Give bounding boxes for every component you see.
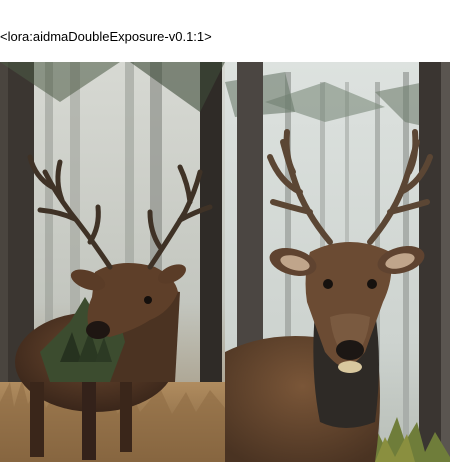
deer-portrait-image bbox=[225, 62, 450, 462]
double-exposure-deer-image bbox=[0, 62, 225, 462]
image-grid bbox=[0, 62, 450, 462]
generated-image-1[interactable] bbox=[0, 62, 225, 462]
generated-image-2[interactable] bbox=[225, 62, 450, 462]
prompt-caption: <lora:aidmaDoubleExposure-v0.1:1> bbox=[0, 29, 212, 44]
